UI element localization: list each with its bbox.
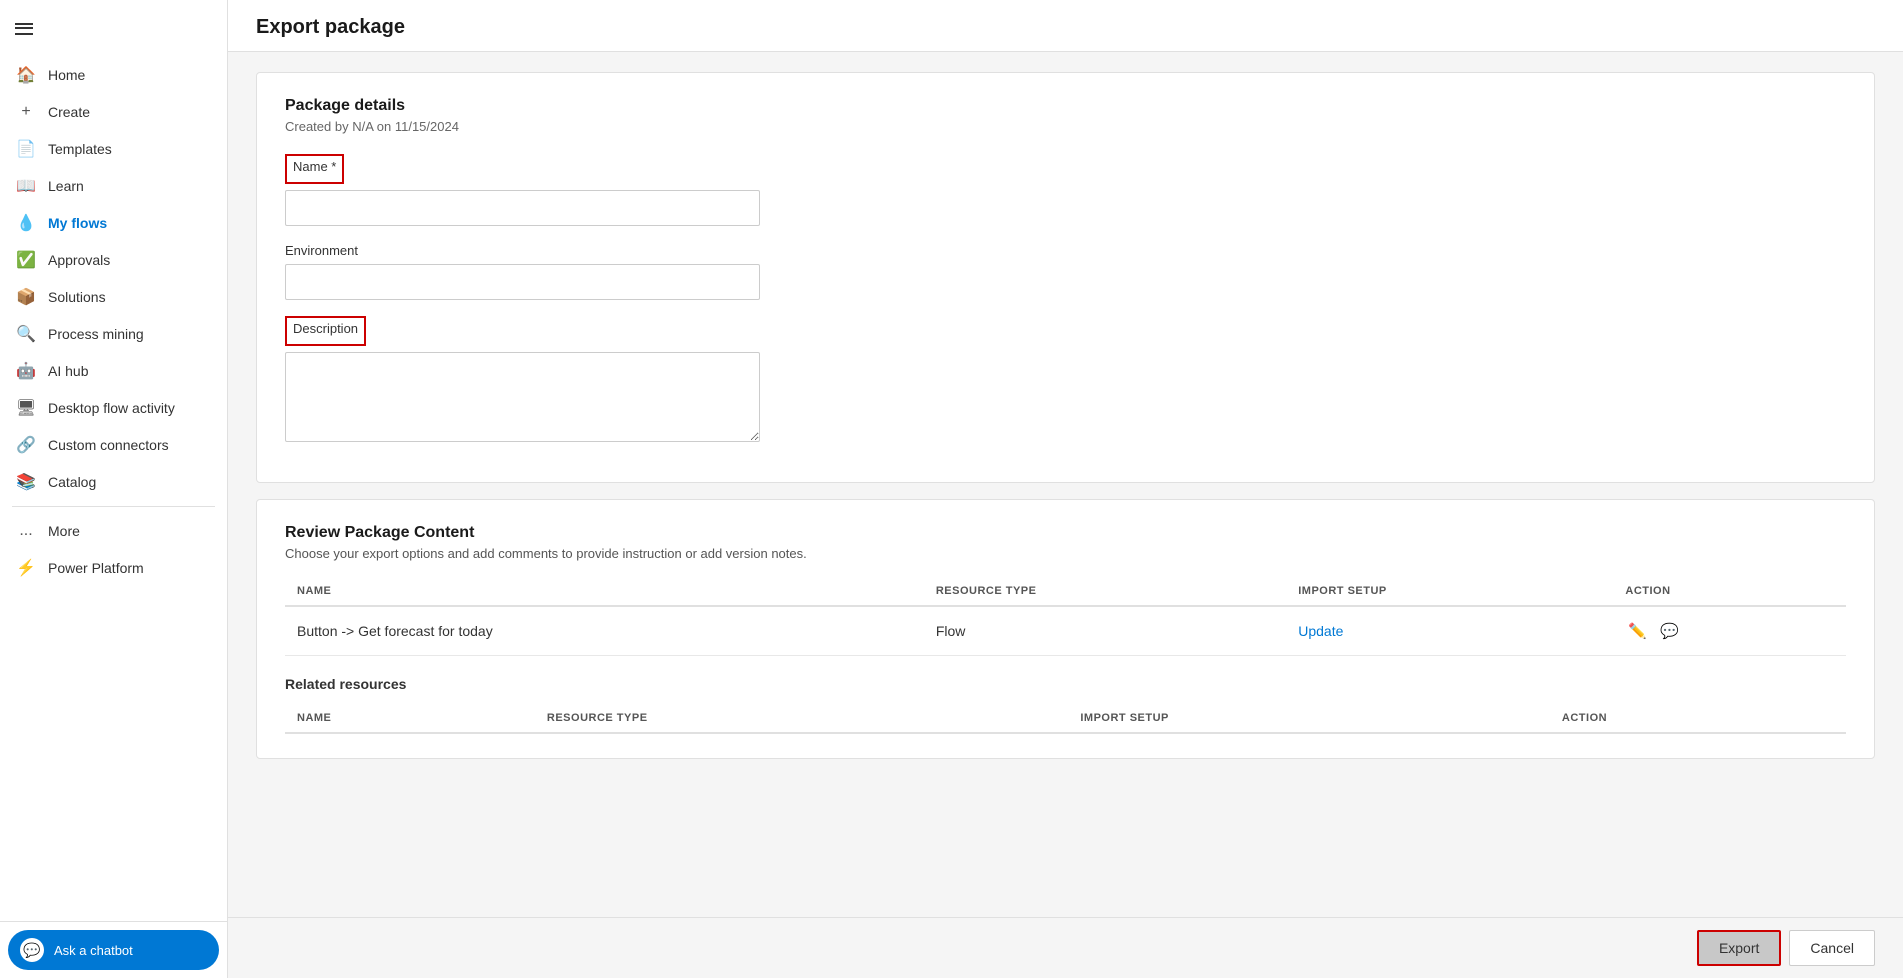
more-icon: ... (16, 521, 36, 541)
sidebar-item-label-desktop-flow: Desktop flow activity (48, 400, 175, 416)
col-resource-type: RESOURCE TYPE (924, 577, 1286, 606)
custom-connectors-icon: 🔗 (16, 435, 36, 455)
sidebar-item-catalog[interactable]: 📚 Catalog (4, 464, 223, 500)
desktop-flow-icon: 🖥 (16, 398, 36, 418)
sidebar-item-label-learn: Learn (48, 178, 84, 194)
chatbot-icon: 💬 (20, 938, 44, 962)
review-package-desc: Choose your export options and add comme… (285, 546, 1846, 561)
bottom-action-bar: Export Cancel (228, 917, 1903, 978)
environment-input[interactable] (285, 264, 760, 300)
home-icon: 🏠 (16, 65, 36, 85)
sidebar-item-process-mining[interactable]: 🔍 Process mining (4, 316, 223, 352)
related-resources-table: NAME RESOURCE TYPE IMPORT SETUP ACTION (285, 704, 1846, 734)
hamburger-menu[interactable] (8, 12, 40, 44)
sidebar-item-custom-connectors[interactable]: 🔗 Custom connectors (4, 427, 223, 463)
row-resource-type: Flow (924, 606, 1286, 656)
main-content: Export package Package details Created b… (228, 0, 1903, 978)
environment-label: Environment (285, 243, 358, 258)
sidebar-item-label-power-platform: Power Platform (48, 560, 144, 576)
sidebar-item-label-create: Create (48, 104, 90, 120)
package-content-table-container: NAME RESOURCE TYPE IMPORT SETUP ACTION B… (285, 577, 1846, 656)
name-input[interactable] (285, 190, 760, 226)
related-resources-title: Related resources (285, 676, 1846, 692)
templates-icon: 📄 (16, 139, 36, 159)
sidebar-item-home[interactable]: 🏠 Home (4, 57, 223, 93)
description-form-group: Description (285, 316, 1846, 442)
learn-icon: 📖 (16, 176, 36, 196)
sidebar-item-more[interactable]: ... More (4, 513, 223, 549)
environment-form-group: Environment (285, 242, 1846, 300)
package-details-title: Package details (285, 97, 1846, 115)
my-flows-icon: 💧 (16, 213, 36, 233)
sidebar-item-label-more: More (48, 523, 80, 539)
content-area: Package details Created by N/A on 11/15/… (228, 52, 1903, 917)
ai-hub-icon: 🤖 (16, 361, 36, 381)
col-action: ACTION (1613, 577, 1846, 606)
page-header: Export package (228, 0, 1903, 52)
rel-col-import-setup: IMPORT SETUP (1068, 704, 1550, 733)
power-platform-icon: ⚡ (16, 558, 36, 578)
description-label: Description (293, 321, 358, 336)
sidebar-item-label-custom-connectors: Custom connectors (48, 437, 169, 453)
cancel-button[interactable]: Cancel (1789, 930, 1875, 966)
col-import-setup: IMPORT SETUP (1286, 577, 1613, 606)
sidebar-item-solutions[interactable]: 📦 Solutions (4, 279, 223, 315)
rel-col-action: ACTION (1550, 704, 1846, 733)
sidebar-item-power-platform[interactable]: ⚡ Power Platform (4, 550, 223, 586)
rel-col-name: NAME (285, 704, 535, 733)
rel-col-resource-type: RESOURCE TYPE (535, 704, 1068, 733)
sidebar-item-create[interactable]: + Create (4, 94, 223, 130)
name-form-group: Name * (285, 154, 1846, 226)
sidebar-item-ai-hub[interactable]: 🤖 AI hub (4, 353, 223, 389)
sidebar-item-label-my-flows: My flows (48, 215, 107, 231)
sidebar-item-label-approvals: Approvals (48, 252, 110, 268)
description-textarea[interactable] (285, 352, 760, 442)
package-content-table: NAME RESOURCE TYPE IMPORT SETUP ACTION B… (285, 577, 1846, 656)
sidebar-item-label-process-mining: Process mining (48, 326, 144, 342)
package-details-subtitle: Created by N/A on 11/15/2024 (285, 119, 1846, 134)
chatbot-button[interactable]: 💬 Ask a chatbot (8, 930, 219, 970)
sidebar-item-approvals[interactable]: ✅ Approvals (4, 242, 223, 278)
sidebar-item-label-catalog: Catalog (48, 474, 96, 490)
approvals-icon: ✅ (16, 250, 36, 270)
comment-icon[interactable]: 💬 (1657, 619, 1681, 643)
sidebar-item-label-templates: Templates (48, 141, 112, 157)
related-resources-section: Related resources NAME RESOURCE TYPE IMP… (285, 676, 1846, 734)
solutions-icon: 📦 (16, 287, 36, 307)
process-mining-icon: 🔍 (16, 324, 36, 344)
row-import-setup[interactable]: Update (1286, 606, 1613, 656)
row-action: ✏️ 💬 (1613, 606, 1846, 656)
sidebar-item-learn[interactable]: 📖 Learn (4, 168, 223, 204)
sidebar-item-desktop-flow[interactable]: 🖥 Desktop flow activity (4, 390, 223, 426)
create-icon: + (16, 102, 36, 122)
col-name: NAME (285, 577, 924, 606)
sidebar-item-templates[interactable]: 📄 Templates (4, 131, 223, 167)
edit-icon[interactable]: ✏️ (1625, 619, 1649, 643)
review-package-card: Review Package Content Choose your expor… (256, 499, 1875, 759)
sidebar-item-label-solutions: Solutions (48, 289, 106, 305)
export-button[interactable]: Export (1697, 930, 1781, 966)
row-name: Button -> Get forecast for today (285, 606, 924, 656)
review-package-title: Review Package Content (285, 524, 1846, 542)
sidebar-item-label-home: Home (48, 67, 85, 83)
catalog-icon: 📚 (16, 472, 36, 492)
sidebar-item-my-flows[interactable]: 💧 My flows (4, 205, 223, 241)
page-title: Export package (256, 16, 1875, 39)
import-setup-link[interactable]: Update (1298, 623, 1343, 639)
table-row: Button -> Get forecast for todayFlow Upda… (285, 606, 1846, 656)
sidebar-item-label-ai-hub: AI hub (48, 363, 88, 379)
package-details-card: Package details Created by N/A on 11/15/… (256, 72, 1875, 483)
chatbot-label: Ask a chatbot (54, 943, 133, 958)
name-label: Name * (293, 159, 336, 174)
sidebar: 🏠 Home + Create 📄 Templates 📖 Learn 💧 My flows ✅ Ap… (0, 0, 228, 978)
